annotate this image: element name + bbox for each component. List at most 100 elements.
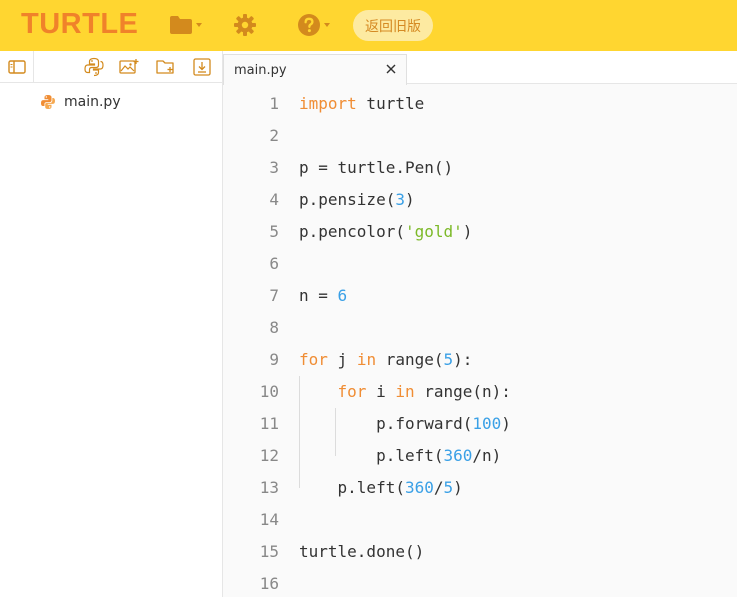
line-number: 4 <box>269 190 279 209</box>
code-line[interactable]: 15 turtle.done() <box>223 536 737 568</box>
code-line[interactable]: 10 for i in range(n): <box>223 376 737 408</box>
code-token: import <box>299 94 357 113</box>
code-text: p.left(360/n) <box>299 440 501 472</box>
code-token: 360 <box>443 446 473 465</box>
folder-add-icon <box>156 60 174 74</box>
code-token: n = <box>299 286 338 305</box>
image-add-icon <box>119 59 139 74</box>
sidebar-panel-icon <box>8 60 26 74</box>
code-text: p.pensize(3) <box>299 184 415 216</box>
code-text: for j in range(5): <box>299 344 472 376</box>
code-line[interactable]: 11 p.forward(100) <box>223 408 737 440</box>
line-number: 15 <box>259 542 279 561</box>
code-token: 'gold' <box>404 222 463 241</box>
download-icon <box>193 58 211 76</box>
code-token: in <box>356 350 377 369</box>
code-line[interactable]: 6 <box>223 248 737 280</box>
code-token: p.left( <box>299 478 405 497</box>
file-item-main-py[interactable]: main.py <box>40 94 121 110</box>
line-number: 14 <box>259 510 279 529</box>
code-token: range(n): <box>414 382 511 401</box>
download-button[interactable] <box>192 57 212 77</box>
line-number: 16 <box>259 574 279 593</box>
line-number: 8 <box>269 318 279 337</box>
chevron-down-icon <box>324 23 330 27</box>
code-text: for i in range(n): <box>299 376 511 408</box>
brand-logo: TURTLE <box>21 8 139 40</box>
code-token: ) <box>404 190 415 209</box>
code-token: p.left( <box>299 446 444 465</box>
code-text: import turtle <box>299 88 424 120</box>
code-token: 360 <box>404 478 434 497</box>
file-name: main.py <box>64 94 121 110</box>
code-token: ) <box>453 478 463 497</box>
code-token: ) <box>501 414 511 433</box>
code-line[interactable]: 1 import turtle <box>223 88 737 120</box>
code-editor[interactable]: main.py 1 import turtle 2 3 p = turtle.Pen()… <box>223 51 737 597</box>
code-token: 5 <box>443 478 454 497</box>
line-number: 9 <box>269 350 279 369</box>
code-line[interactable]: 4 p.pensize(3) <box>223 184 737 216</box>
help-icon <box>298 14 320 36</box>
folder-icon <box>170 16 192 34</box>
chevron-down-icon <box>196 23 202 27</box>
code-token: 6 <box>337 286 348 305</box>
code-line[interactable]: 5 p.pencolor('gold') <box>223 216 737 248</box>
gear-icon <box>234 14 256 36</box>
new-python-file-button[interactable] <box>84 57 104 77</box>
code-token: 100 <box>472 414 502 433</box>
code-text: turtle.done() <box>299 536 424 568</box>
line-number: 7 <box>269 286 279 305</box>
code-token: p.pencolor( <box>299 222 405 241</box>
code-token: p.pensize( <box>299 190 396 209</box>
line-number: 10 <box>259 382 279 401</box>
code-line[interactable]: 3 p = turtle.Pen() <box>223 152 737 184</box>
code-line[interactable]: 14 <box>223 504 737 536</box>
code-token: /n) <box>472 446 502 465</box>
line-number: 13 <box>259 478 279 497</box>
code-token: turtle <box>356 94 425 113</box>
code-line[interactable]: 9 for j in range(5): <box>223 344 737 376</box>
code-token: turtle.done() <box>299 542 425 561</box>
settings-button[interactable] <box>233 11 257 39</box>
code-token: p.forward( <box>299 414 473 433</box>
code-line[interactable]: 13 p.left(360/5) <box>223 472 737 504</box>
python-icon <box>84 57 104 77</box>
code-token: 5 <box>443 350 454 369</box>
toggle-sidebar-button[interactable] <box>7 57 27 77</box>
line-number: 6 <box>269 254 279 273</box>
toolbar-divider <box>33 51 34 82</box>
code-token: range( <box>376 350 444 369</box>
tab-label: main.py <box>234 62 287 78</box>
code-token: for <box>299 350 328 369</box>
code-token: for <box>337 382 367 401</box>
top-bar: TURTLE 返回旧版 <box>0 0 737 51</box>
line-number: 2 <box>269 126 279 145</box>
code-line[interactable]: 7 n = 6 <box>223 280 737 312</box>
code-token: / <box>433 478 444 497</box>
tab-main-py[interactable]: main.py <box>223 54 407 85</box>
editor-tab-bar: main.py <box>223 51 737 85</box>
code-line[interactable]: 12 p.left(360/n) <box>223 440 737 472</box>
code-line[interactable]: 8 <box>223 312 737 344</box>
code-token: ): <box>453 350 473 369</box>
file-explorer: main.py <box>0 51 223 597</box>
line-number: 5 <box>269 222 279 241</box>
close-icon[interactable] <box>384 62 398 76</box>
line-number: 3 <box>269 158 279 177</box>
code-text: p.left(360/5) <box>299 472 463 504</box>
old-version-button[interactable]: 返回旧版 <box>353 10 433 41</box>
code-text: n = 6 <box>299 280 347 312</box>
code-token: i <box>366 382 396 401</box>
code-line[interactable]: 2 <box>223 120 737 152</box>
new-folder-button[interactable] <box>156 57 176 77</box>
help-menu-button[interactable] <box>297 11 330 39</box>
code-token: in <box>395 382 415 401</box>
python-file-icon <box>41 95 55 109</box>
code-line[interactable]: 16 <box>223 568 737 600</box>
code-text: p = turtle.Pen() <box>299 152 453 184</box>
file-menu-button[interactable] <box>169 11 202 39</box>
upload-image-button[interactable] <box>119 57 139 77</box>
line-number: 1 <box>269 94 279 113</box>
